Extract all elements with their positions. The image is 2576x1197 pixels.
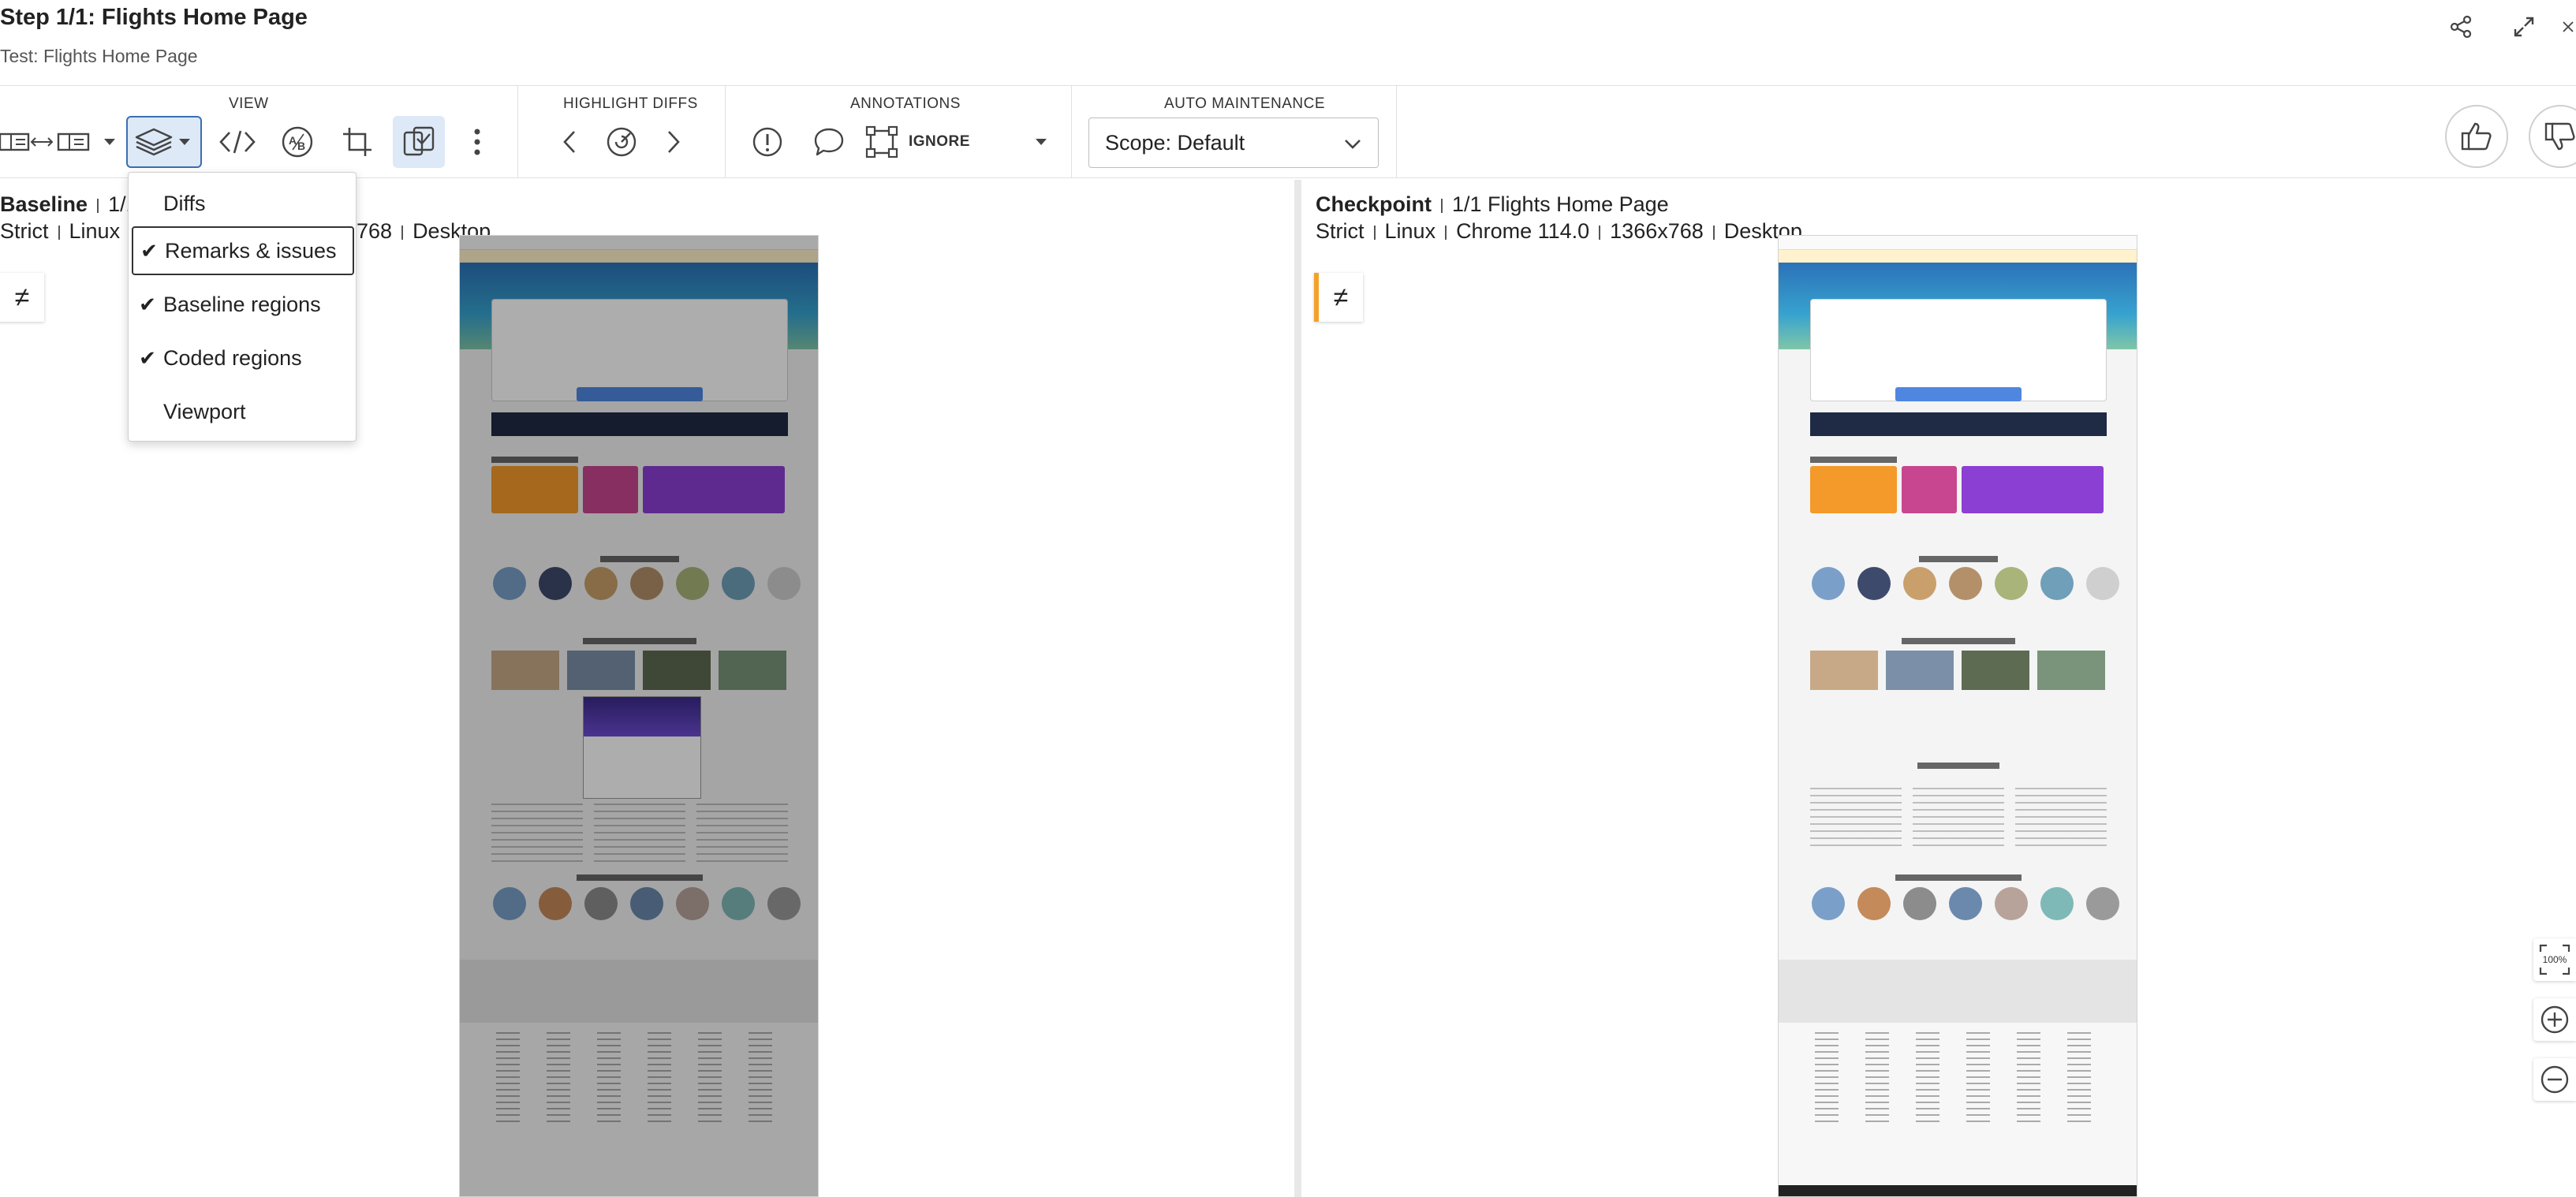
annotations-section: ANNOTATIONS IGNORE [726, 86, 1071, 177]
checkpoint-screenshot[interactable] [1778, 235, 2137, 1197]
checkpoint-diff-badge[interactable]: ≠ [1314, 273, 1363, 322]
menu-item-label: Remarks & issues [165, 238, 337, 263]
remark-icon[interactable] [808, 116, 850, 168]
zoom-out-button[interactable] [2533, 1058, 2576, 1101]
more-options-icon[interactable] [457, 116, 497, 168]
chevron-down-icon [1343, 134, 1362, 158]
baseline-env-line: Strict Linux [0, 219, 120, 244]
zoom-level: 100% [2543, 954, 2567, 965]
toolbar-divider [1396, 86, 1397, 177]
baseline-match: Strict [0, 219, 49, 243]
highlight-target-icon[interactable] [600, 116, 643, 168]
panel-divider[interactable] [1294, 180, 1301, 1197]
toolbar-divider [1071, 86, 1072, 177]
menu-item-label: Coded regions [163, 345, 302, 370]
step-prefix: Step 1/1: [0, 5, 95, 30]
checkmark-icon: ✔ [140, 238, 158, 263]
close-icon[interactable] [2560, 11, 2576, 43]
thumbs-down-button[interactable] [2529, 105, 2576, 168]
ignore-region-tool[interactable]: IGNORE [864, 116, 999, 168]
checkmark-icon: ✔ [139, 345, 156, 370]
thumbs-up-button[interactable] [2445, 105, 2508, 168]
issue-icon[interactable] [746, 116, 789, 168]
scope-select[interactable]: Scope: Default [1088, 117, 1379, 168]
previous-diff-icon[interactable] [550, 116, 589, 168]
menu-item-coded-regions[interactable]: ✔ Coded regions [132, 334, 354, 382]
checkmark-icon: ✔ [139, 292, 156, 316]
share-icon[interactable] [2445, 11, 2477, 43]
not-equal-icon: ≠ [1333, 282, 1349, 312]
checkpoint-title-line: Checkpoint 1/1 Flights Home Page [1316, 192, 1669, 217]
auto-maintenance-label: AUTO MAINTENANCE [1164, 95, 1326, 112]
checkpoint-match: Strict [1316, 219, 1365, 243]
checkpoint-title: Checkpoint [1316, 192, 1432, 216]
menu-item-baseline-regions[interactable]: ✔ Baseline regions [132, 280, 354, 329]
zoom-fit-button[interactable]: 100% [2533, 938, 2576, 981]
layers-button[interactable] [126, 116, 202, 168]
test-name: Test: Flights Home Page [0, 46, 198, 66]
baseline-title: Baseline [0, 192, 88, 216]
view-label: VIEW [229, 95, 269, 112]
menu-item-label: Diffs [163, 191, 206, 215]
ignore-label: IGNORE [909, 133, 970, 150]
checkpoint-resolution: 1366x768 [1610, 219, 1704, 243]
annotations-label: ANNOTATIONS [850, 95, 961, 112]
not-equal-icon: ≠ [14, 282, 30, 312]
side-by-side-toggle[interactable] [0, 116, 93, 168]
next-diff-icon[interactable] [654, 116, 693, 168]
baseline-diff-badge[interactable]: ≠ [0, 273, 44, 322]
expand-icon[interactable] [2508, 11, 2540, 43]
regions-overlay-icon[interactable] [393, 116, 445, 168]
menu-item-viewport[interactable]: Viewport [132, 387, 354, 436]
layout-caret-icon[interactable] [98, 116, 121, 168]
region-type-caret-icon[interactable] [1025, 116, 1057, 168]
checkpoint-step-name: 1/1 Flights Home Page [1452, 192, 1669, 216]
baseline-screenshot[interactable] [459, 235, 819, 1197]
scope-value: Scope: Default [1105, 130, 1245, 155]
crop-icon[interactable] [336, 116, 379, 168]
baseline-os: Linux [69, 219, 121, 243]
zoom-in-button[interactable] [2533, 998, 2576, 1041]
step-header: Step 1/1: Flights Home Page Test: Flights… [0, 0, 2576, 85]
dom-code-icon[interactable] [216, 116, 259, 168]
menu-item-label: Baseline regions [163, 292, 321, 316]
menu-item-remarks-issues[interactable]: ✔ Remarks & issues [132, 226, 354, 275]
toolbar: VIEW A B HIGHLIGHT DIFFS ANNOTATIONS IGN… [0, 85, 2576, 178]
layers-menu: Diffs ✔ Remarks & issues ✔ Baseline regi… [128, 172, 357, 442]
view-section: VIEW A B [0, 86, 517, 177]
ab-compare-icon[interactable]: AB [276, 116, 319, 168]
baseline-resolution: 768 [357, 219, 393, 243]
step-title: Step 1/1: Flights Home Page [0, 5, 308, 31]
baseline-title-line: Baseline 1/1 [0, 192, 138, 217]
highlight-diffs-section: HIGHLIGHT DIFFS [518, 86, 725, 177]
checkpoint-os: Linux [1384, 219, 1436, 243]
checkpoint-browser: Chrome 114.0 [1456, 219, 1590, 243]
checkpoint-env-line: Strict Linux Chrome 114.0 1366x768 Desktop [1316, 219, 1802, 244]
highlight-diffs-label: HIGHLIGHT DIFFS [563, 95, 698, 112]
menu-item-label: Viewport [163, 399, 246, 423]
menu-item-diffs[interactable]: Diffs [132, 179, 354, 228]
step-name: Flights Home Page [101, 5, 308, 30]
